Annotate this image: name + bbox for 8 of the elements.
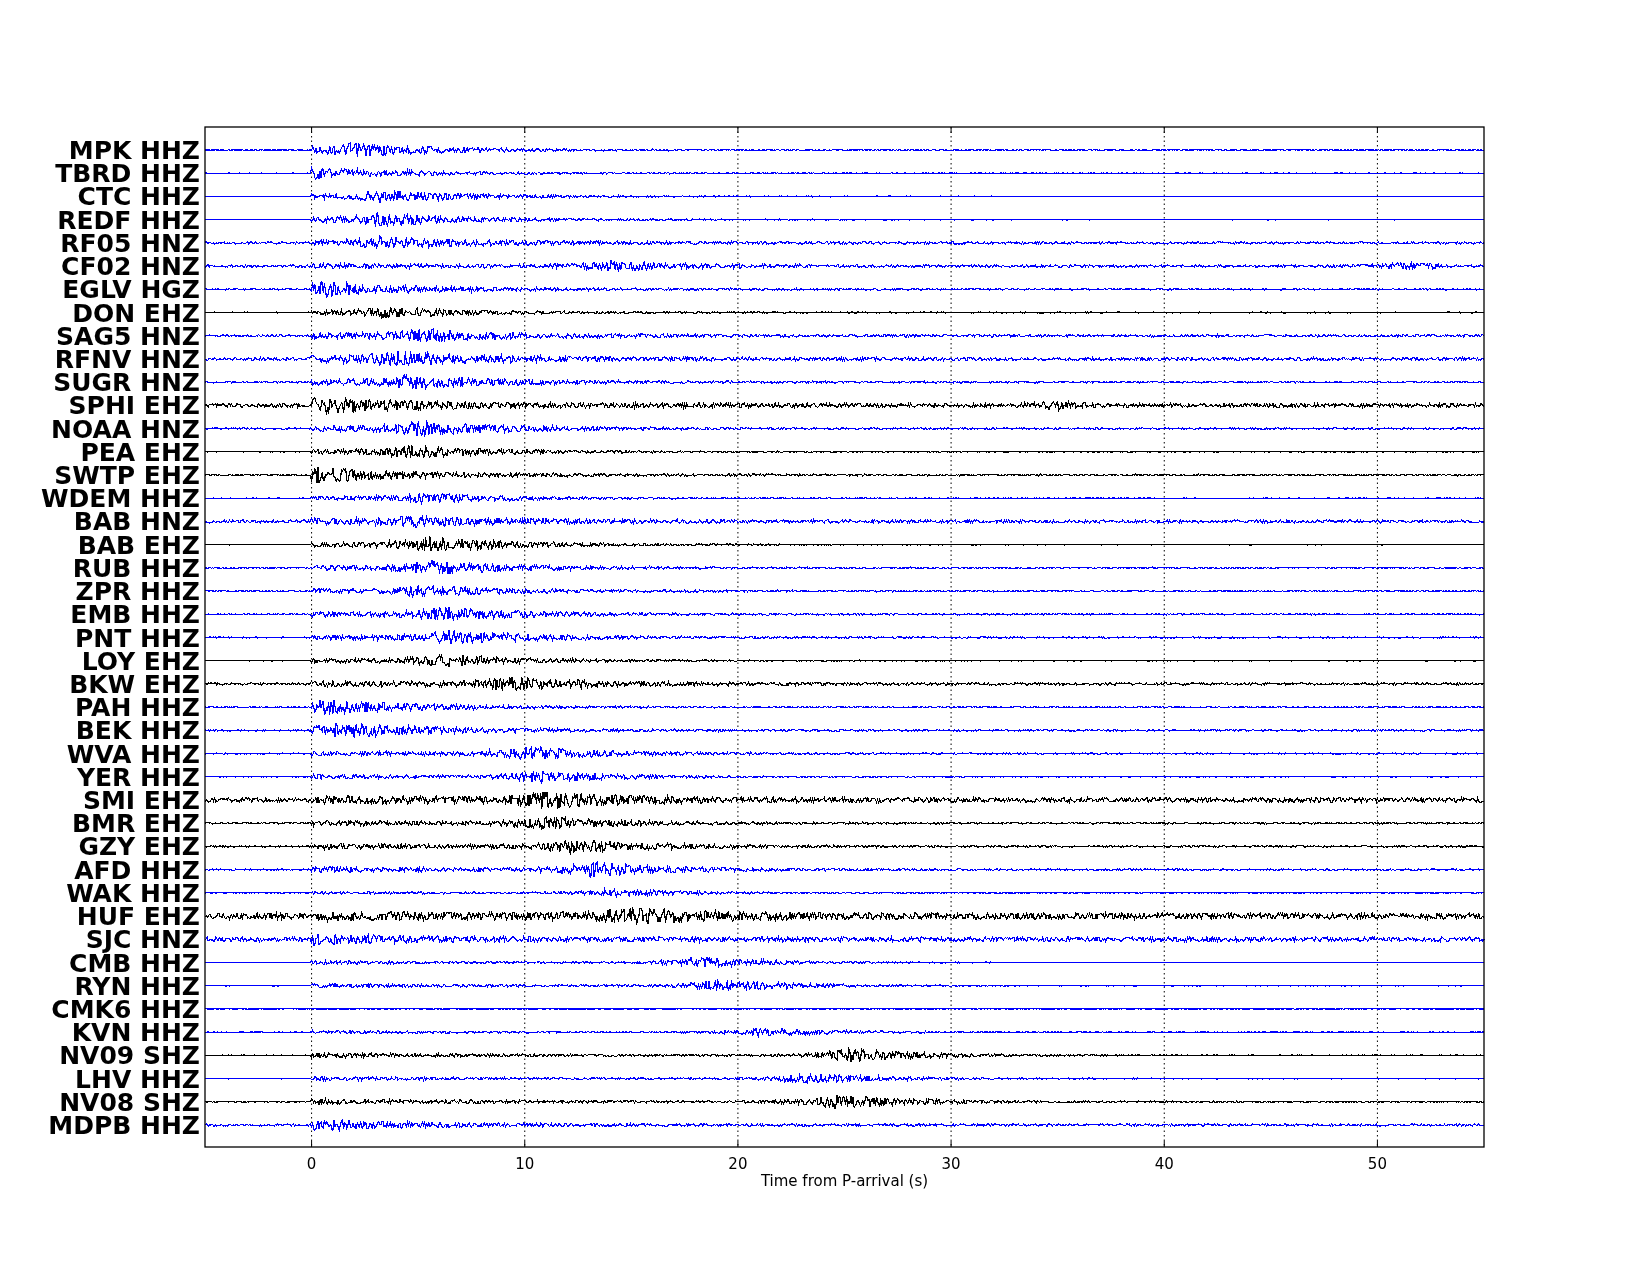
- axis-tick-label: 50: [1367, 1155, 1387, 1173]
- axis-tick-label: 30: [941, 1155, 961, 1173]
- axis-tick-label: 20: [728, 1155, 748, 1173]
- station-label: MPK HHZ: [68, 136, 200, 165]
- axis-tick-label: 10: [515, 1155, 535, 1173]
- axis-tick-label: 0: [306, 1155, 317, 1173]
- axis-title: Time from P-arrival (s): [760, 1172, 929, 1190]
- axis-tick-label: 40: [1154, 1155, 1174, 1173]
